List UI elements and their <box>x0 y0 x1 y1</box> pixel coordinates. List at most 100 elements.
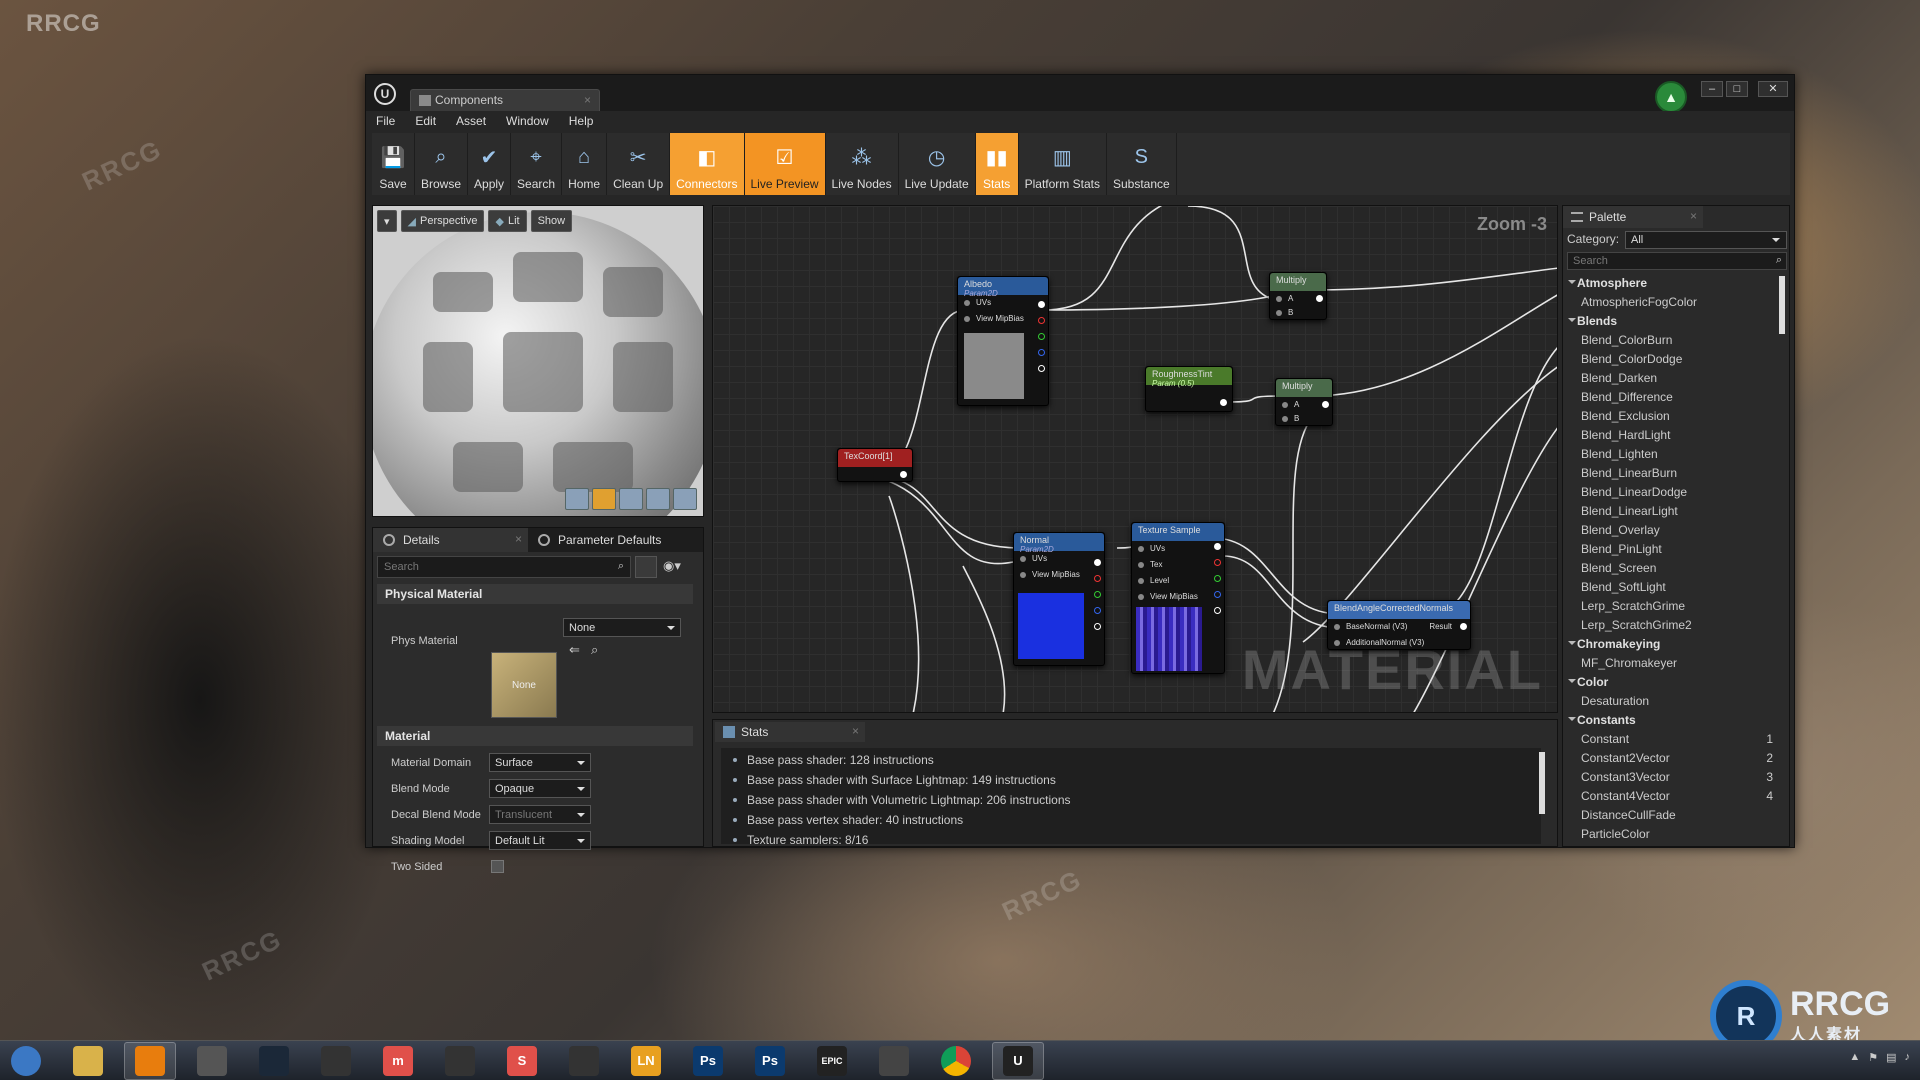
taskbar-photoshop-2[interactable]: Ps <box>744 1042 796 1080</box>
pin-level[interactable]: Level <box>1132 573 1224 589</box>
details-search-input[interactable]: Search ⌕ <box>377 556 631 578</box>
apply-button[interactable]: ✔ Apply <box>468 133 512 195</box>
pin-tex[interactable]: Tex <box>1132 557 1224 573</box>
shading-model-select[interactable]: Default Lit <box>489 831 591 850</box>
platform-stats-button[interactable]: ▥ Platform Stats <box>1019 133 1107 195</box>
menu-file[interactable]: File <box>366 111 405 131</box>
node-roughness-tint[interactable]: RoughnessTint Param (0.5) <box>1145 366 1233 412</box>
taskbar-marmoset[interactable] <box>310 1042 362 1080</box>
palette-item[interactable]: Lerp_ScratchGrime <box>1567 597 1777 616</box>
taskbar-ln[interactable]: LN <box>620 1042 672 1080</box>
home-button[interactable]: ⌂ Home <box>562 133 608 195</box>
palette-item[interactable]: AtmosphericFogColor <box>1567 293 1777 312</box>
maximize-button[interactable]: □ <box>1726 81 1748 97</box>
menu-asset[interactable]: Asset <box>446 111 496 131</box>
taskbar-unreal[interactable]: U <box>992 1041 1044 1080</box>
palette-item[interactable]: Blend_PinLight <box>1567 540 1777 559</box>
palette-category[interactable]: Atmosphere <box>1567 274 1777 293</box>
palette-category[interactable]: Blends <box>1567 312 1777 331</box>
cube-shape-button[interactable] <box>646 488 670 510</box>
output-pin-a[interactable] <box>1214 607 1221 614</box>
output-pin-b[interactable] <box>1094 607 1101 614</box>
decal-blend-mode-select[interactable]: Translucent <box>489 805 591 824</box>
output-pin-b[interactable] <box>1214 591 1221 598</box>
node-normal[interactable]: Normal Param2D UVs View MipBias <box>1013 532 1105 666</box>
tab-details[interactable]: Details × <box>373 528 528 552</box>
tab-parameter-defaults[interactable]: Parameter Defaults <box>528 528 683 552</box>
close-button[interactable]: ✕ <box>1758 81 1788 97</box>
palette-item[interactable]: Blend_Exclusion <box>1567 407 1777 426</box>
pin-b[interactable]: B <box>1270 305 1326 319</box>
perspective-button[interactable]: ◢ Perspective <box>400 210 485 232</box>
plane-shape-button[interactable] <box>619 488 643 510</box>
pin-uvs[interactable]: UVs <box>1014 551 1104 567</box>
preview-viewport[interactable]: ▾ ◢ Perspective ◆ Lit Show <box>372 205 704 517</box>
taskbar-epic[interactable]: EPIC <box>806 1042 858 1080</box>
palette-item[interactable]: Constant3Vector 3 <box>1567 768 1777 787</box>
close-tab-icon[interactable]: × <box>515 532 522 546</box>
phys-material-thumbnail[interactable]: None <box>491 652 557 718</box>
stats-button[interactable]: ▮▮ Stats <box>975 133 1019 195</box>
sphere-shape-button[interactable] <box>592 488 616 510</box>
palette-category[interactable]: Color <box>1567 673 1777 692</box>
tab-stats[interactable]: Stats × <box>715 722 865 742</box>
taskbar-start[interactable] <box>0 1042 52 1080</box>
menu-window[interactable]: Window <box>496 111 559 131</box>
palette-item[interactable]: ParticleColor <box>1567 825 1777 844</box>
close-tab-icon[interactable]: × <box>852 724 859 738</box>
palette-category[interactable]: Constants <box>1567 711 1777 730</box>
mesh-shape-button[interactable] <box>673 488 697 510</box>
taskbar-explorer[interactable] <box>62 1042 114 1080</box>
palette-item[interactable]: Blend_ColorBurn <box>1567 331 1777 350</box>
palette-search-input[interactable]: Search ⌕ <box>1567 252 1787 270</box>
output-pin[interactable] <box>1214 543 1221 550</box>
pin-b[interactable]: B <box>1276 411 1332 425</box>
output-pin[interactable] <box>1094 559 1101 566</box>
output-pin-r[interactable] <box>1094 575 1101 582</box>
pin-view-mipbias[interactable]: View MipBias <box>1014 567 1104 583</box>
two-sided-checkbox[interactable] <box>491 860 504 873</box>
clean-up-button[interactable]: ✂ Clean Up <box>607 133 671 195</box>
taskbar-substance-painter[interactable]: S <box>496 1042 548 1080</box>
output-pin-a[interactable] <box>1038 365 1045 372</box>
tab-components[interactable]: Components × <box>410 89 600 111</box>
menu-edit[interactable]: Edit <box>405 111 446 131</box>
connectors-button[interactable]: ◧ Connectors <box>670 133 745 195</box>
palette-item[interactable]: Blend_Darken <box>1567 369 1777 388</box>
palette-item[interactable]: Blend_Overlay <box>1567 521 1777 540</box>
output-pin-r[interactable] <box>1038 317 1045 324</box>
taskbar-zbrush[interactable] <box>186 1042 238 1080</box>
stats-scrollbar[interactable] <box>1539 752 1545 814</box>
palette-item[interactable]: Blend_LinearBurn <box>1567 464 1777 483</box>
close-tab-icon[interactable]: × <box>1690 209 1697 223</box>
taskbar-app-k[interactable] <box>868 1042 920 1080</box>
volume-icon[interactable]: ♪ <box>1905 1051 1911 1064</box>
output-pin[interactable] <box>1460 623 1467 630</box>
phys-material-select[interactable]: None <box>563 618 681 637</box>
blend-mode-select[interactable]: Opaque <box>489 779 591 798</box>
taskbar-photoshop-1[interactable]: Ps <box>682 1042 734 1080</box>
live-update-button[interactable]: ◷ Live Update <box>899 133 976 195</box>
pin-uvs[interactable]: UVs <box>958 295 1048 311</box>
title-bar[interactable]: U Components × ▲ – □ ✕ <box>366 75 1794 113</box>
output-pin-g[interactable] <box>1094 591 1101 598</box>
palette-item[interactable]: Blend_Screen <box>1567 559 1777 578</box>
palette-item[interactable]: Blend_HardLight <box>1567 426 1777 445</box>
output-pin-b[interactable] <box>1038 349 1045 356</box>
output-pin[interactable] <box>1038 301 1045 308</box>
cylinder-shape-button[interactable] <box>565 488 589 510</box>
palette-item[interactable]: Blend_LinearDodge <box>1567 483 1777 502</box>
pin-base-normal[interactable]: BaseNormal (V3) Result <box>1328 619 1470 635</box>
view-options-icon[interactable] <box>635 556 657 578</box>
node-blend-normals[interactable]: BlendAngleCorrectedNormals BaseNormal (V… <box>1327 600 1471 650</box>
pin-uvs[interactable]: UVs <box>1132 541 1224 557</box>
taskbar-marvelous[interactable]: m <box>372 1042 424 1080</box>
palette-item[interactable]: Lerp_ScratchGrime2 <box>1567 616 1777 635</box>
eye-icon[interactable]: ◉▾ <box>663 558 681 574</box>
browse-button[interactable]: ⌕ Browse <box>415 133 469 195</box>
output-pin-g[interactable] <box>1038 333 1045 340</box>
close-tab-icon[interactable]: × <box>584 93 591 107</box>
network-icon[interactable]: ▤ <box>1886 1051 1896 1064</box>
pin-view-mipbias[interactable]: View MipBias <box>1132 589 1224 605</box>
node-albedo[interactable]: Albedo Param2D UVs View MipBias <box>957 276 1049 406</box>
